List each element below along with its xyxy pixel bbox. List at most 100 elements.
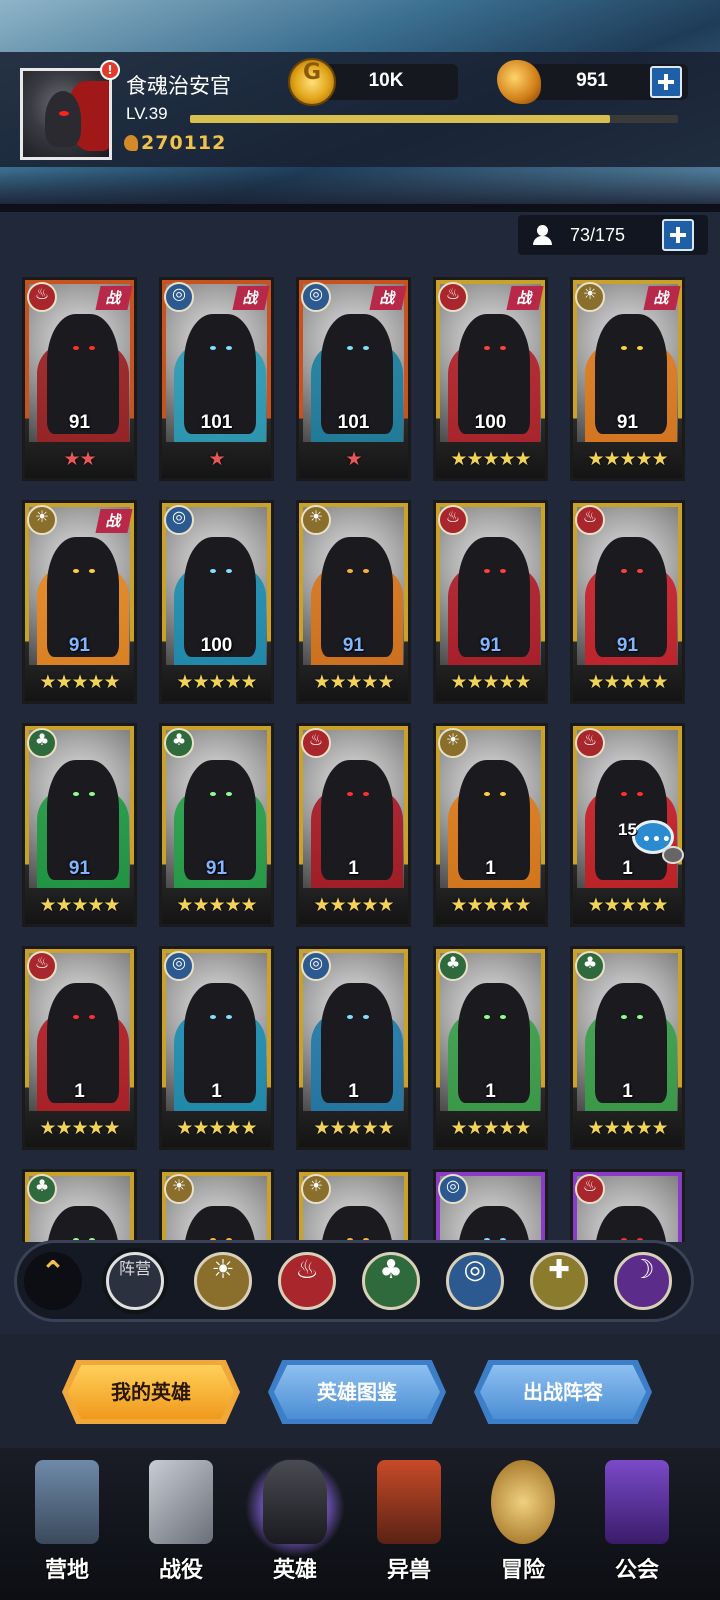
person-icon <box>532 224 554 246</box>
compass-icon <box>491 1460 555 1544</box>
battle-tag: 战 <box>232 286 270 310</box>
holy-faction-icon[interactable]: ✚ <box>530 1252 588 1310</box>
hero-card[interactable]: ☀ 1 ★★★★★ <box>433 723 548 927</box>
tab-my-heroes[interactable]: 我的英雄 <box>62 1360 240 1424</box>
wood-faction-icon: ♣ <box>575 951 605 981</box>
camp-filter-button[interactable]: 阵营 <box>106 1252 164 1310</box>
hero-level: 101 <box>337 412 370 433</box>
hero-card[interactable]: ♣ 1 ★★★★★ <box>570 946 685 1150</box>
battle-tag: 战 <box>95 286 133 310</box>
fire-faction-icon: ♨ <box>438 505 468 535</box>
hero-level: 1 <box>485 1081 496 1102</box>
hero-card[interactable]: ◎ 1 ★★★★★ <box>296 946 411 1150</box>
hero-card[interactable]: ☀ <box>296 1169 411 1242</box>
sun-faction-icon: ☀ <box>164 1174 194 1204</box>
hero-stars: ★★★★★ <box>450 671 531 693</box>
hero-card[interactable]: ◎ 战 101 ★ <box>159 277 274 481</box>
hero-card[interactable]: ♣ <box>22 1169 137 1242</box>
chat-bubble-icon[interactable]: ••• <box>628 808 690 870</box>
collapse-chevron-icon[interactable]: ⌃ <box>24 1252 82 1310</box>
hero-stars: ★★★★★ <box>39 894 120 916</box>
hero-card[interactable]: ♨ 91 ★★★★★ <box>433 500 548 704</box>
hero-level: 91 <box>479 635 502 656</box>
hero-card[interactable]: ◎ 战 101 ★ <box>296 277 411 481</box>
hero-stars: ★★★★★ <box>176 1117 257 1139</box>
sun-faction-icon: ☀ <box>301 505 331 535</box>
hero-card[interactable]: ♨ 91 ★★★★★ <box>570 500 685 704</box>
crossed-swords-icon <box>149 1460 213 1544</box>
hero-level: 1 <box>74 1081 85 1102</box>
player-name: 食魂治安官 <box>126 74 231 98</box>
gem-value: 951 <box>576 70 608 91</box>
player-level: LV.39 <box>126 104 168 123</box>
hero-card[interactable]: ♣ 91 ★★★★★ <box>159 723 274 927</box>
hero-card[interactable]: ◎ 100 ★★★★★ <box>159 500 274 704</box>
hero-stars: ★★ <box>63 448 96 470</box>
player-avatar[interactable] <box>20 68 112 160</box>
hero-card[interactable]: ☀ 战 91 ★★★★★ <box>22 500 137 704</box>
tab-hero-codex[interactable]: 英雄图鉴 <box>268 1360 446 1424</box>
hero-card[interactable]: ♨ 战 100 ★★★★★ <box>433 277 548 481</box>
battle-tag: 战 <box>95 509 133 533</box>
sun-faction-icon[interactable]: ☀ <box>194 1252 252 1310</box>
hero-card[interactable]: ☀ 91 ★★★★★ <box>296 500 411 704</box>
gold-coin-icon <box>288 58 336 106</box>
dark-faction-icon[interactable]: ☽ <box>614 1252 672 1310</box>
power-icon <box>124 135 138 151</box>
hero-level: 91 <box>205 858 228 879</box>
nav-camp[interactable]: 营地 <box>12 1452 122 1598</box>
knight-helmet-icon <box>263 1460 327 1544</box>
wood-faction-icon[interactable]: ♣ <box>362 1252 420 1310</box>
sun-faction-icon: ☀ <box>301 1174 331 1204</box>
hero-card[interactable]: ☀ 战 91 ★★★★★ <box>570 277 685 481</box>
player-power: 270112 <box>124 132 226 154</box>
hero-stars: ★★★★★ <box>313 671 394 693</box>
roster-count: 73/175 <box>570 225 626 245</box>
hero-card[interactable]: ♨ <box>570 1169 685 1242</box>
nav-guild[interactable]: 公会 <box>582 1452 692 1598</box>
nav-adventure[interactable]: 冒险 <box>468 1452 578 1598</box>
nav-beasts[interactable]: 异兽 <box>354 1452 464 1598</box>
fire-faction-icon: ♨ <box>27 951 57 981</box>
water-faction-icon[interactable]: ◎ <box>446 1252 504 1310</box>
fire-faction-icon[interactable]: ♨ <box>278 1252 336 1310</box>
power-value: 270112 <box>141 132 227 154</box>
hero-card[interactable]: ♨ 1 ★★★★★ <box>296 723 411 927</box>
hero-level: 100 <box>474 412 507 433</box>
hero-stars: ★★★★★ <box>450 894 531 916</box>
hero-level: 1 <box>622 1081 633 1102</box>
hero-card[interactable]: ♨ 战 91 ★★ <box>22 277 137 481</box>
hero-level: 91 <box>68 858 91 879</box>
water-faction-icon: ◎ <box>164 282 194 312</box>
wood-faction-icon: ♣ <box>164 728 194 758</box>
hero-stars: ★★★★★ <box>450 1117 531 1139</box>
beast-head-icon <box>377 1460 441 1544</box>
hero-stars: ★★★★★ <box>313 1117 394 1139</box>
nav-campaign[interactable]: 战役 <box>126 1452 236 1598</box>
hero-card[interactable]: ♣ 1 ★★★★★ <box>433 946 548 1150</box>
water-faction-icon: ◎ <box>164 951 194 981</box>
water-faction-icon: ◎ <box>301 282 331 312</box>
hero-card[interactable]: ◎ 1 ★★★★★ <box>159 946 274 1150</box>
hero-stars: ★★★★★ <box>587 894 668 916</box>
hero-level: 91 <box>616 635 639 656</box>
hero-card[interactable]: ♨ 1 ★★★★★ <box>22 946 137 1150</box>
hero-stars: ★ <box>208 448 225 470</box>
tab-battle-lineup[interactable]: 出战阵容 <box>474 1360 652 1424</box>
hero-card[interactable]: ☀ <box>159 1169 274 1242</box>
fire-faction-icon: ♨ <box>27 282 57 312</box>
battle-tag: 战 <box>369 286 407 310</box>
fire-faction-icon: ♨ <box>575 728 605 758</box>
hero-level: 91 <box>68 412 91 433</box>
hero-card[interactable]: ◎ <box>433 1169 548 1242</box>
hero-level: 1 <box>211 1081 222 1102</box>
xp-bar-fill <box>190 115 610 123</box>
hero-stars: ★★★★★ <box>450 448 531 470</box>
hero-stars: ★★★★★ <box>39 1117 120 1139</box>
camp-tower-icon <box>35 1460 99 1544</box>
hero-card[interactable]: ♣ 91 ★★★★★ <box>22 723 137 927</box>
add-gems-button[interactable] <box>650 66 682 98</box>
nav-heroes[interactable]: 英雄 <box>240 1452 350 1598</box>
hero-level: 1 <box>348 858 359 879</box>
expand-roster-button[interactable] <box>662 219 694 251</box>
